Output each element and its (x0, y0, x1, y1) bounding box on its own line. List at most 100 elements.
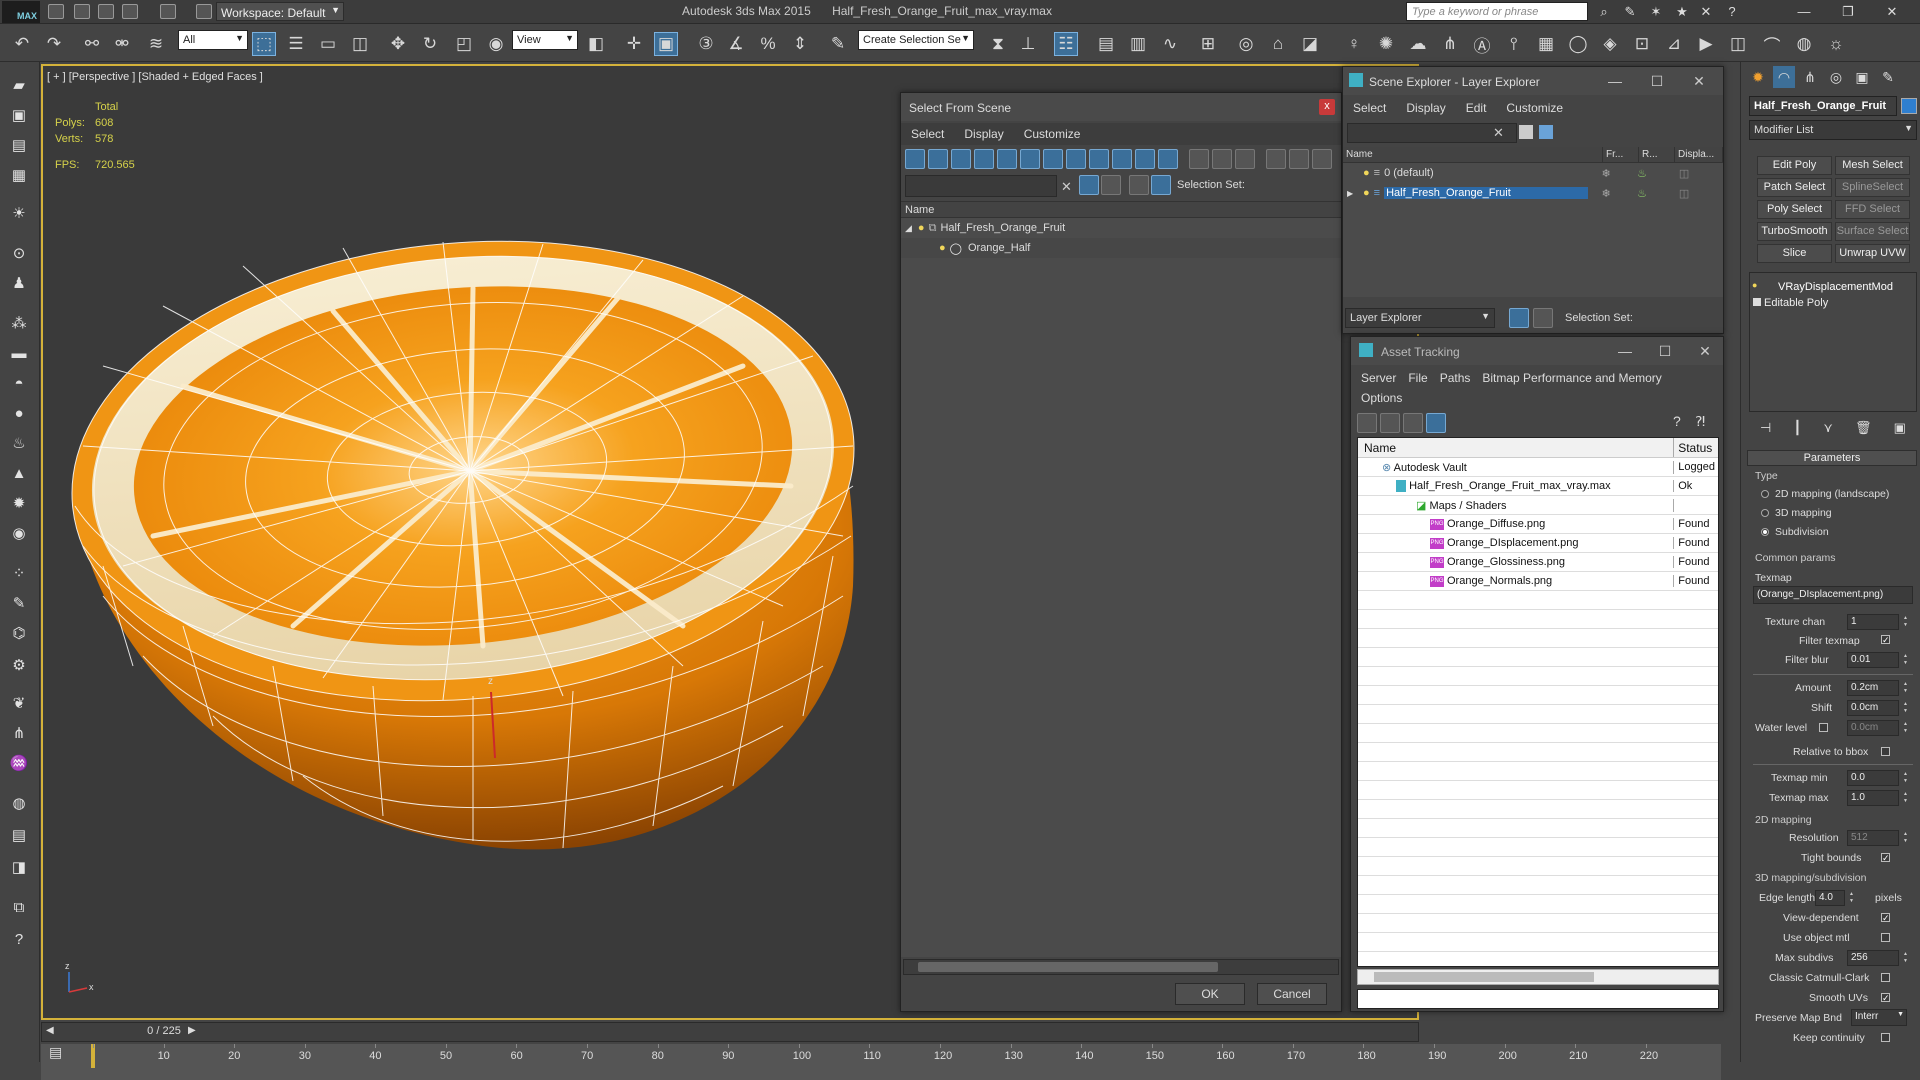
text-icon[interactable]: Ⓐ (1470, 32, 1494, 56)
display-box-icon[interactable]: ◫ (1660, 167, 1708, 180)
filter-funnel-icon[interactable] (1266, 149, 1286, 169)
filter-toggle-icon[interactable] (1079, 175, 1099, 195)
maximize-icon[interactable]: ☐ (1657, 343, 1673, 360)
question-icon[interactable]: ? (8, 928, 30, 950)
clear-filter-icon[interactable]: ✕ (1061, 179, 1072, 195)
use-object-mtl-checkbox[interactable] (1881, 933, 1890, 942)
prev-frame-icon[interactable]: ◀ (46, 1025, 54, 1036)
dome-icon[interactable]: ◓ (8, 372, 30, 394)
selection-set-icon[interactable] (1151, 175, 1171, 195)
water-level-spinner[interactable]: 0.0cm (1847, 720, 1908, 736)
edit-named-selection-icon[interactable]: ✎ (826, 32, 850, 56)
spline-select-button[interactable]: SplineSelect (1835, 178, 1910, 197)
freeze-icon[interactable]: ❄ (1588, 187, 1624, 200)
menu-bitmap-performance[interactable]: Bitmap Performance and Memory (1480, 367, 1671, 389)
cancel-button[interactable]: Cancel (1257, 983, 1327, 1005)
display-tab-icon[interactable]: ▣ (1851, 66, 1873, 88)
menu-edit[interactable]: Edit (1456, 97, 1497, 119)
amount-spinner[interactable]: 0.2cm (1847, 680, 1908, 696)
favorites-icon[interactable]: ★ (1672, 2, 1692, 21)
sphere-gizmo-icon[interactable]: ◉ (8, 522, 30, 544)
menu-paths[interactable]: Paths (1438, 367, 1481, 389)
vray-plane-icon[interactable]: ⊡ (1630, 32, 1654, 56)
filter-cameras-icon[interactable] (974, 149, 994, 169)
vray-tools-icon[interactable]: ⫯ (1502, 32, 1526, 56)
pivot-center-icon[interactable]: ◧ (584, 32, 608, 56)
classic-catmull-checkbox[interactable] (1881, 973, 1890, 982)
remove-modifier-icon[interactable]: 🗑 (1855, 420, 1872, 442)
render-setup-icon[interactable]: ⌂ (1266, 32, 1290, 56)
help-icon[interactable]: ? (1722, 2, 1742, 21)
hierarchy-icon[interactable] (1289, 149, 1309, 169)
save-file-icon[interactable] (98, 4, 114, 19)
render-frame-icon[interactable]: ◪ (1298, 32, 1322, 56)
texmap-min-spinner[interactable]: 0.0 (1847, 770, 1908, 786)
options-icon[interactable] (1312, 149, 1332, 169)
environment-icon[interactable]: ☁ (1406, 32, 1430, 56)
schematic-view-icon[interactable]: ⊞ (1196, 32, 1220, 56)
horizontal-scrollbar[interactable] (903, 959, 1339, 975)
paint-icon[interactable]: ✎ (8, 592, 30, 614)
toggle-scene-explorer-icon[interactable]: ☷ (1054, 32, 1078, 56)
modify-tab-icon[interactable]: ◠ (1773, 66, 1795, 88)
cloth-icon[interactable]: ♒ (8, 752, 30, 774)
project-folder-icon[interactable] (196, 4, 212, 19)
asset-row-maps[interactable]: ◪ Maps / Shaders (1358, 496, 1718, 515)
explorer-type-dropdown[interactable]: Layer Explorer ▼ (1345, 308, 1495, 328)
gear-icon[interactable]: ⚙ (8, 654, 30, 676)
close-icon[interactable]: ✕ (1691, 73, 1707, 90)
unwrap-uvw-button[interactable]: Unwrap UVW (1835, 244, 1910, 263)
detail-view-icon[interactable] (1403, 413, 1423, 433)
filter-blur-spinner[interactable]: 0.01 (1847, 652, 1908, 668)
asset-row-png[interactable]: PNG Orange_Normals.png Found (1358, 572, 1718, 591)
stack-item-vray-displacement[interactable]: ● VRayDisplacementMod (1750, 279, 1916, 295)
undo-button-icon[interactable]: ↶ (10, 32, 34, 56)
light-bulb-icon[interactable]: ☀ (8, 202, 30, 224)
redo-icon[interactable] (160, 4, 176, 19)
filter-lights-icon[interactable] (951, 149, 971, 169)
utilities-tab-icon[interactable]: ✎ (1877, 66, 1899, 88)
curve-editor-icon[interactable]: ∿ (1158, 32, 1182, 56)
column-render[interactable]: R... (1639, 147, 1675, 162)
dots-icon[interactable]: ⁘ (8, 562, 30, 584)
filter-geometry-icon[interactable] (905, 149, 925, 169)
restore-icon[interactable]: ❐ (1838, 2, 1858, 21)
light-bulb-icon[interactable]: ● (1363, 187, 1370, 199)
help-icon[interactable]: ? (1673, 413, 1693, 433)
vray-proxy-icon[interactable]: ◈ (1598, 32, 1622, 56)
foliage-icon[interactable]: ❦ (8, 692, 30, 714)
sun-light-icon[interactable]: ✹ (8, 492, 30, 514)
hierarchy-mode-icon[interactable] (1533, 308, 1553, 328)
display-icon[interactable]: ◨ (8, 856, 30, 878)
placement-icon[interactable]: ◉ (484, 32, 508, 56)
layer-icon[interactable]: ▰ (8, 74, 30, 96)
select-object-icon[interactable]: ⬚ (252, 32, 276, 56)
render-teapot-icon[interactable]: ♨ (1624, 187, 1660, 200)
binoculars-icon[interactable]: ⌕ (1594, 2, 1614, 21)
graphite-toolbar-icon[interactable]: ▥ (1126, 32, 1150, 56)
tree-item-object[interactable]: ● ◯ Orange_Half (901, 238, 1341, 258)
vray-fur-icon[interactable]: ⊿ (1662, 32, 1686, 56)
create-tab-icon[interactable]: ✹ (1747, 66, 1769, 88)
keyboard-shortcut-override-icon[interactable]: ▣ (654, 32, 678, 56)
biped-icon[interactable]: ♟ (8, 272, 30, 294)
pin-stack-icon[interactable]: ⊣ (1760, 420, 1771, 442)
column-header-name[interactable]: Name (901, 202, 1341, 218)
ok-button[interactable]: OK (1175, 983, 1245, 1005)
tree-item-group[interactable]: ◢ ● ⧉ Half_Fresh_Orange_Fruit (901, 218, 1341, 238)
surface-select-button[interactable]: Surface Select (1835, 222, 1910, 241)
filter-texmap-checkbox[interactable]: ✓ (1881, 635, 1890, 645)
object-name-field[interactable]: Half_Fresh_Orange_Fruit (1749, 96, 1897, 116)
configure-sets-icon[interactable]: ▣ (1894, 420, 1906, 442)
selection-filter-dropdown[interactable]: All ▼ (178, 30, 248, 50)
sun-icon[interactable]: ✺ (1374, 32, 1398, 56)
display-box-icon[interactable]: ◫ (1660, 187, 1708, 200)
select-manipulate-icon[interactable]: ✛ (622, 32, 646, 56)
material-editor-icon[interactable]: ◎ (1234, 32, 1258, 56)
scale-icon[interactable]: ◰ (452, 32, 476, 56)
particle-icon[interactable]: ⁂ (8, 312, 30, 334)
layer-row-default[interactable]: ● ≡ 0 (default) ❄ ♨ ◫ (1343, 163, 1723, 183)
exchange-icon[interactable]: ✕ (1696, 2, 1716, 21)
shift-spinner[interactable]: 0.0cm (1847, 700, 1908, 716)
scene-states-icon[interactable]: ▤ (8, 134, 30, 156)
